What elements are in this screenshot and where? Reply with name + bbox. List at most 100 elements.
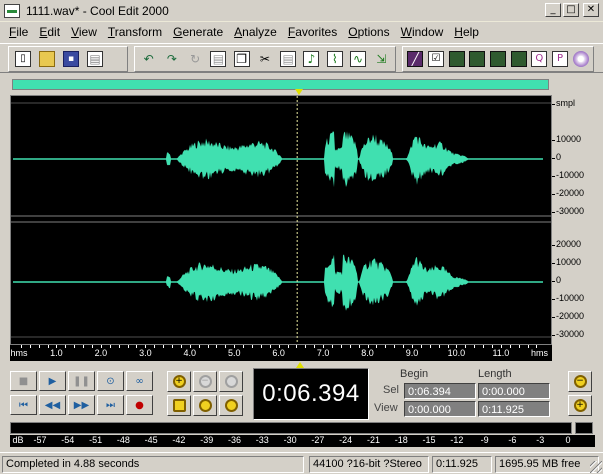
amplitude-label: 10000	[556, 134, 582, 144]
pause-button[interactable]: ❚❚	[68, 371, 95, 391]
go-end-icon: ⏭	[106, 399, 115, 411]
amplitude-ruler: smpl 10000 0 -10000 -20000 -30000 20000 10000 0 -…	[552, 95, 600, 345]
loop-button[interactable]: ∞	[126, 371, 153, 391]
go-to-start-button[interactable]: ⏮	[10, 395, 37, 415]
view-button-4[interactable]	[509, 48, 529, 70]
amplitude-label: -30000	[556, 329, 585, 339]
menu-help[interactable]: Help	[449, 25, 485, 39]
view-button-3[interactable]	[488, 48, 508, 70]
check-button[interactable]: ☑	[426, 48, 446, 70]
zoom-out-button[interactable]: −	[193, 371, 217, 392]
page-button-p[interactable]: P	[550, 48, 570, 70]
menu-edit[interactable]: Edit	[34, 25, 66, 39]
view-button-2[interactable]	[468, 48, 488, 70]
copy-to-new-button[interactable]: ▤	[207, 48, 229, 70]
record-button[interactable]: ●	[126, 395, 153, 415]
menu-analyze[interactable]: Analyze	[229, 25, 283, 39]
close-button[interactable]: ✕	[583, 3, 599, 17]
amplify-icon: ⇲	[376, 52, 387, 66]
save-button[interactable]: ▪	[60, 48, 83, 70]
level-tick-label: -12	[450, 435, 464, 445]
generate-icon: ∿	[350, 51, 367, 67]
amplitude-tick	[552, 212, 555, 213]
zoom-right-button[interactable]	[219, 395, 243, 416]
menu-label-rest: ile	[16, 24, 29, 39]
level-tick-label: -45	[144, 435, 158, 445]
file-toolbar-group: ▯ ▪ ▤	[8, 46, 128, 72]
play-to-end-button[interactable]: ⊙	[97, 371, 124, 391]
waveform-display[interactable]	[10, 95, 552, 345]
view-button-1[interactable]	[447, 48, 467, 70]
menu-options[interactable]: Options	[343, 25, 395, 39]
play-button[interactable]: ▶	[39, 371, 66, 391]
amplify-button[interactable]: ⇲	[370, 48, 392, 70]
paste-button[interactable]: ▤	[277, 48, 299, 70]
open-button[interactable]	[36, 48, 59, 70]
zoom-right-icon	[224, 399, 238, 412]
trim-button[interactable]: ⌇	[324, 48, 346, 70]
menu-file[interactable]: File	[4, 25, 34, 39]
menu-accelerator: V	[71, 24, 79, 39]
menu-favorites[interactable]: Favorites	[283, 25, 343, 39]
zoom-in-vertical-button[interactable]: +	[568, 395, 592, 416]
cd-button[interactable]: ●	[571, 48, 591, 70]
level-unit-label: dB	[12, 435, 24, 445]
menu-view[interactable]: View	[66, 25, 103, 39]
menu-accelerator: W	[400, 24, 412, 39]
zoom-in-vertical-icon: +	[573, 399, 587, 412]
go-to-end-button[interactable]: ⏭	[97, 395, 124, 415]
sel-length-field[interactable]: 0:00.000	[478, 383, 550, 399]
vertical-zoom-controls: − +	[568, 371, 594, 417]
stop-button[interactable]: ■	[10, 371, 37, 391]
time-minor-tick	[100, 345, 102, 348]
time-tick-label: 11.0	[492, 348, 510, 358]
menu-transform[interactable]: Transform	[103, 25, 168, 39]
cut-button[interactable]: ✂	[254, 48, 276, 70]
undo-button[interactable]: ↶	[138, 48, 160, 70]
title-bar: 1111.wav* - Cool Edit 2000 _ □ ✕	[0, 0, 603, 22]
view-icon	[448, 51, 465, 67]
generate-button[interactable]: ∿	[347, 48, 369, 70]
maximize-button[interactable]: □	[563, 3, 579, 17]
rewind-button[interactable]: ◀◀	[39, 395, 66, 415]
toolbar: ▯ ▪ ▤ ↶ ↷ ↻ ▤ ❐ ✂ ▤ ♪ ⌇ ∿ ⇲ ╱ ☑ Q P ●	[0, 43, 603, 73]
level-tick-label: -48	[116, 435, 130, 445]
time-unit-label: hms	[10, 348, 28, 358]
minimize-button[interactable]: _	[545, 3, 561, 17]
trim-icon: ⌇	[326, 51, 343, 67]
menu-window[interactable]: Window	[396, 25, 450, 39]
menu-generate[interactable]: Generate	[168, 25, 229, 39]
resize-grip[interactable]	[590, 461, 602, 473]
mix-paste-button[interactable]: ♪	[300, 48, 322, 70]
status-format: 44100 ?16-bit ?Stereo	[309, 456, 429, 473]
save-all-button[interactable]: ▤	[84, 48, 107, 70]
time-minor-tick	[500, 345, 502, 348]
redo-button[interactable]: ↷	[161, 48, 183, 70]
view-begin-field[interactable]: 0:00.000	[404, 401, 476, 417]
save-all-icon: ▤	[87, 51, 103, 67]
repeat-button[interactable]: ↻	[184, 48, 206, 70]
new-button[interactable]: ▯	[12, 48, 35, 70]
zoom-left-button[interactable]	[193, 395, 217, 416]
page-button-q[interactable]: Q	[530, 48, 550, 70]
undo-icon: ↶	[143, 52, 154, 66]
zoom-out-vertical-button[interactable]: −	[568, 371, 592, 392]
sel-begin-field[interactable]: 0:06.394	[404, 383, 476, 399]
fast-forward-button[interactable]: ▶▶	[68, 395, 95, 415]
time-minor-tick	[376, 345, 378, 348]
spectral-view-button[interactable]: ╱	[406, 48, 426, 70]
copy-button[interactable]: ❐	[231, 48, 253, 70]
time-minor-tick	[518, 345, 520, 348]
begin-header: Begin	[400, 368, 429, 380]
zoom-in-button[interactable]: +	[167, 371, 191, 392]
time-minor-tick	[127, 345, 129, 348]
time-ruler[interactable]: hms hms 1.0 2.0 3.0 4.0 5.0 6.0 7.0 8.0 9.0 10.0 11.…	[10, 345, 552, 361]
amplitude-label: -10000	[556, 170, 585, 180]
view-length-field[interactable]: 0:11.925	[478, 401, 550, 417]
overview-range-bar[interactable]	[12, 79, 549, 90]
zoom-out-icon: −	[198, 375, 212, 388]
level-tick-label: -57	[33, 435, 47, 445]
menu-label-rest: enerate	[182, 24, 224, 39]
zoom-selection-button[interactable]	[167, 395, 191, 416]
zoom-full-button[interactable]	[219, 371, 243, 392]
